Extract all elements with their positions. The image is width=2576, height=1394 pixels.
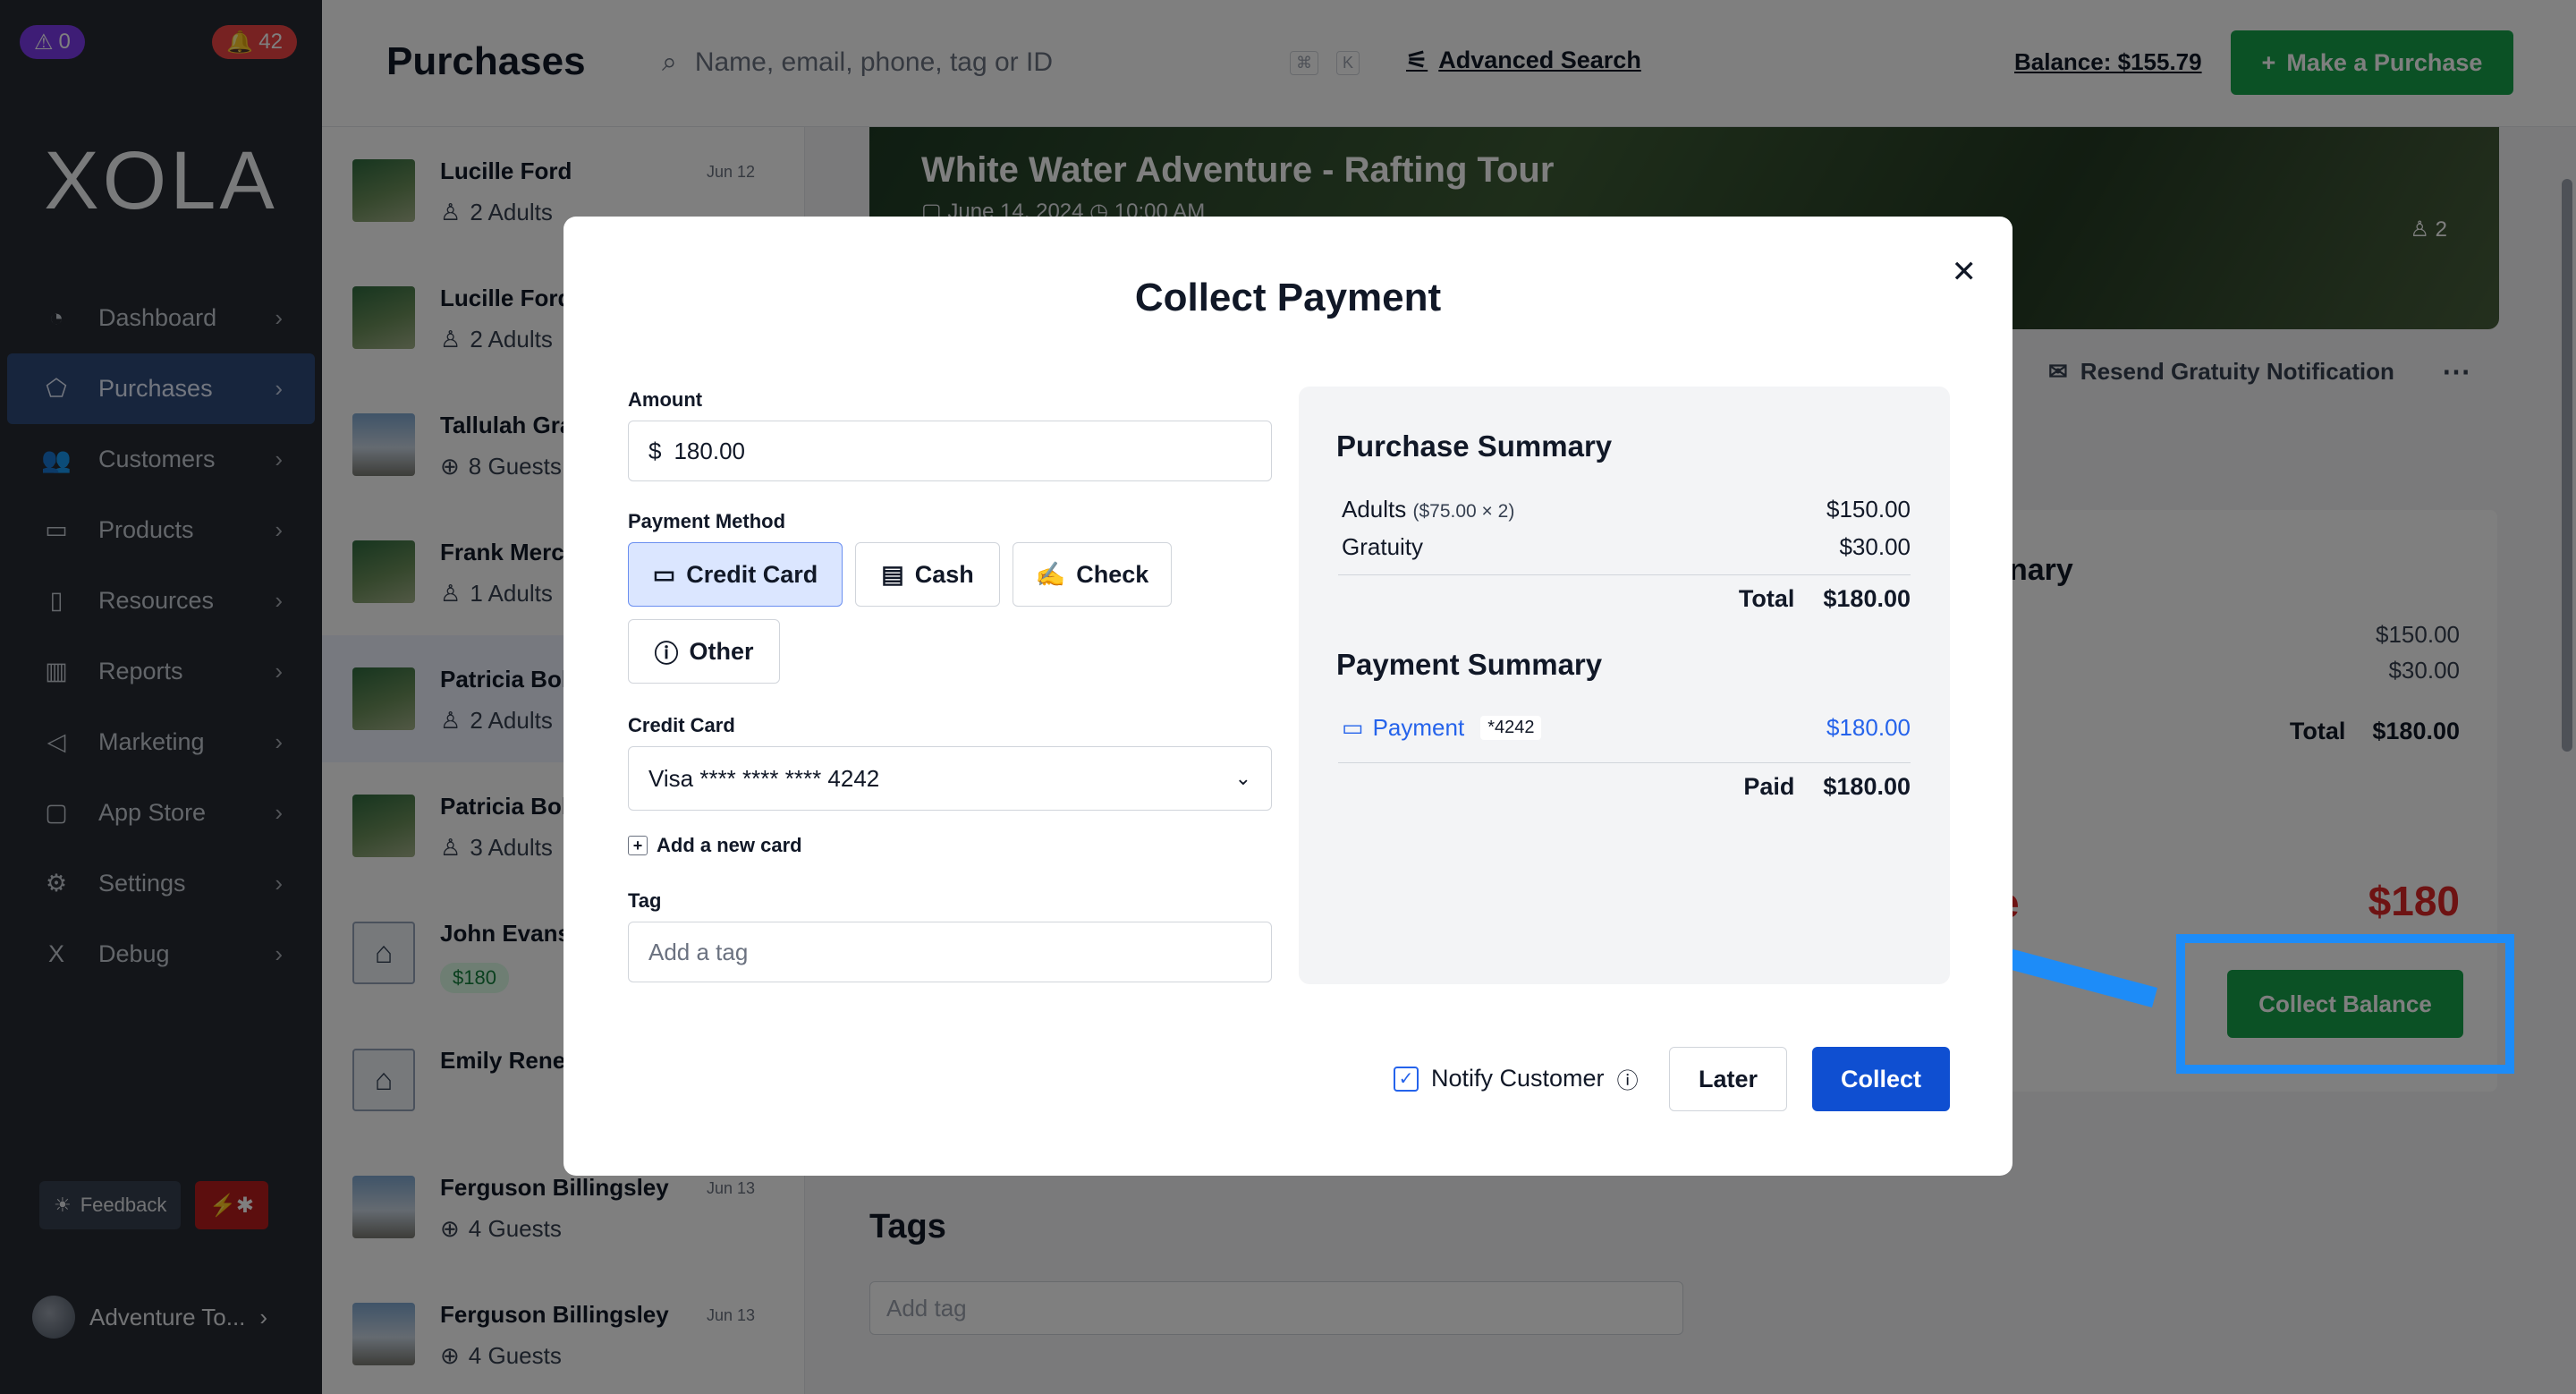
chevron-down-icon: ⌄ xyxy=(1234,767,1251,789)
method-credit-card-button[interactable]: ▭ Credit Card xyxy=(628,542,843,607)
divider xyxy=(1338,574,1911,575)
purchase-summary-heading: Purchase Summary xyxy=(1336,429,1613,463)
amount-label: Amount xyxy=(628,388,703,411)
notify-customer-checkbox[interactable]: ✓ Notify Customer ⓘ xyxy=(1394,1063,1639,1094)
check-pen-icon: ✍ xyxy=(1035,561,1066,588)
checkmark-icon: ✓ xyxy=(1394,1066,1419,1092)
payment-method-label: Payment Method xyxy=(628,510,786,532)
credit-card-icon: ▭ xyxy=(652,560,676,588)
payment-summary-heading: Payment Summary xyxy=(1336,648,1603,681)
modal-title: Collect Payment xyxy=(1134,276,1442,319)
tag-input[interactable]: Add a tag xyxy=(628,922,1272,982)
method-cash-button[interactable]: ▤ Cash xyxy=(855,542,1000,607)
method-check-button[interactable]: ✍ Check xyxy=(1013,542,1172,607)
tag-label: Tag xyxy=(628,889,662,912)
info-icon: ⓘ xyxy=(654,640,679,667)
divider xyxy=(1338,762,1911,763)
add-new-card-button[interactable]: + Add a new card xyxy=(628,834,802,857)
credit-card-icon: ▭ xyxy=(1342,714,1364,741)
cash-icon: ▤ xyxy=(881,560,904,588)
summary-line-adults: Adults ($75.00 × 2) $150.00 xyxy=(1342,496,1911,523)
credit-card-select[interactable]: Visa **** **** **** 4242 ⌄ xyxy=(628,746,1272,811)
summary-panel: Purchase Summary Adults ($75.00 × 2) $15… xyxy=(1299,387,1950,984)
collect-payment-modal: ✕ Collect Payment Amount $ 180.00 Paymen… xyxy=(564,217,2012,1176)
later-button[interactable]: Later xyxy=(1669,1047,1787,1111)
plus-icon: + xyxy=(628,836,648,855)
payment-link[interactable]: ▭ Payment *4242 xyxy=(1342,714,1542,742)
purchase-total: Total $180.00 xyxy=(1738,585,1911,612)
amount-input[interactable]: $ 180.00 xyxy=(628,421,1272,481)
payment-line: ▭ Payment *4242 $180.00 xyxy=(1342,714,1911,742)
info-icon[interactable]: ⓘ xyxy=(1617,1063,1639,1094)
collect-button[interactable]: Collect xyxy=(1812,1047,1950,1111)
credit-card-label: Credit Card xyxy=(628,714,735,736)
summary-line-gratuity: Gratuity $30.00 xyxy=(1342,533,1911,560)
paid-total: Paid $180.00 xyxy=(1743,773,1911,800)
method-other-button[interactable]: ⓘ Other xyxy=(628,619,780,684)
